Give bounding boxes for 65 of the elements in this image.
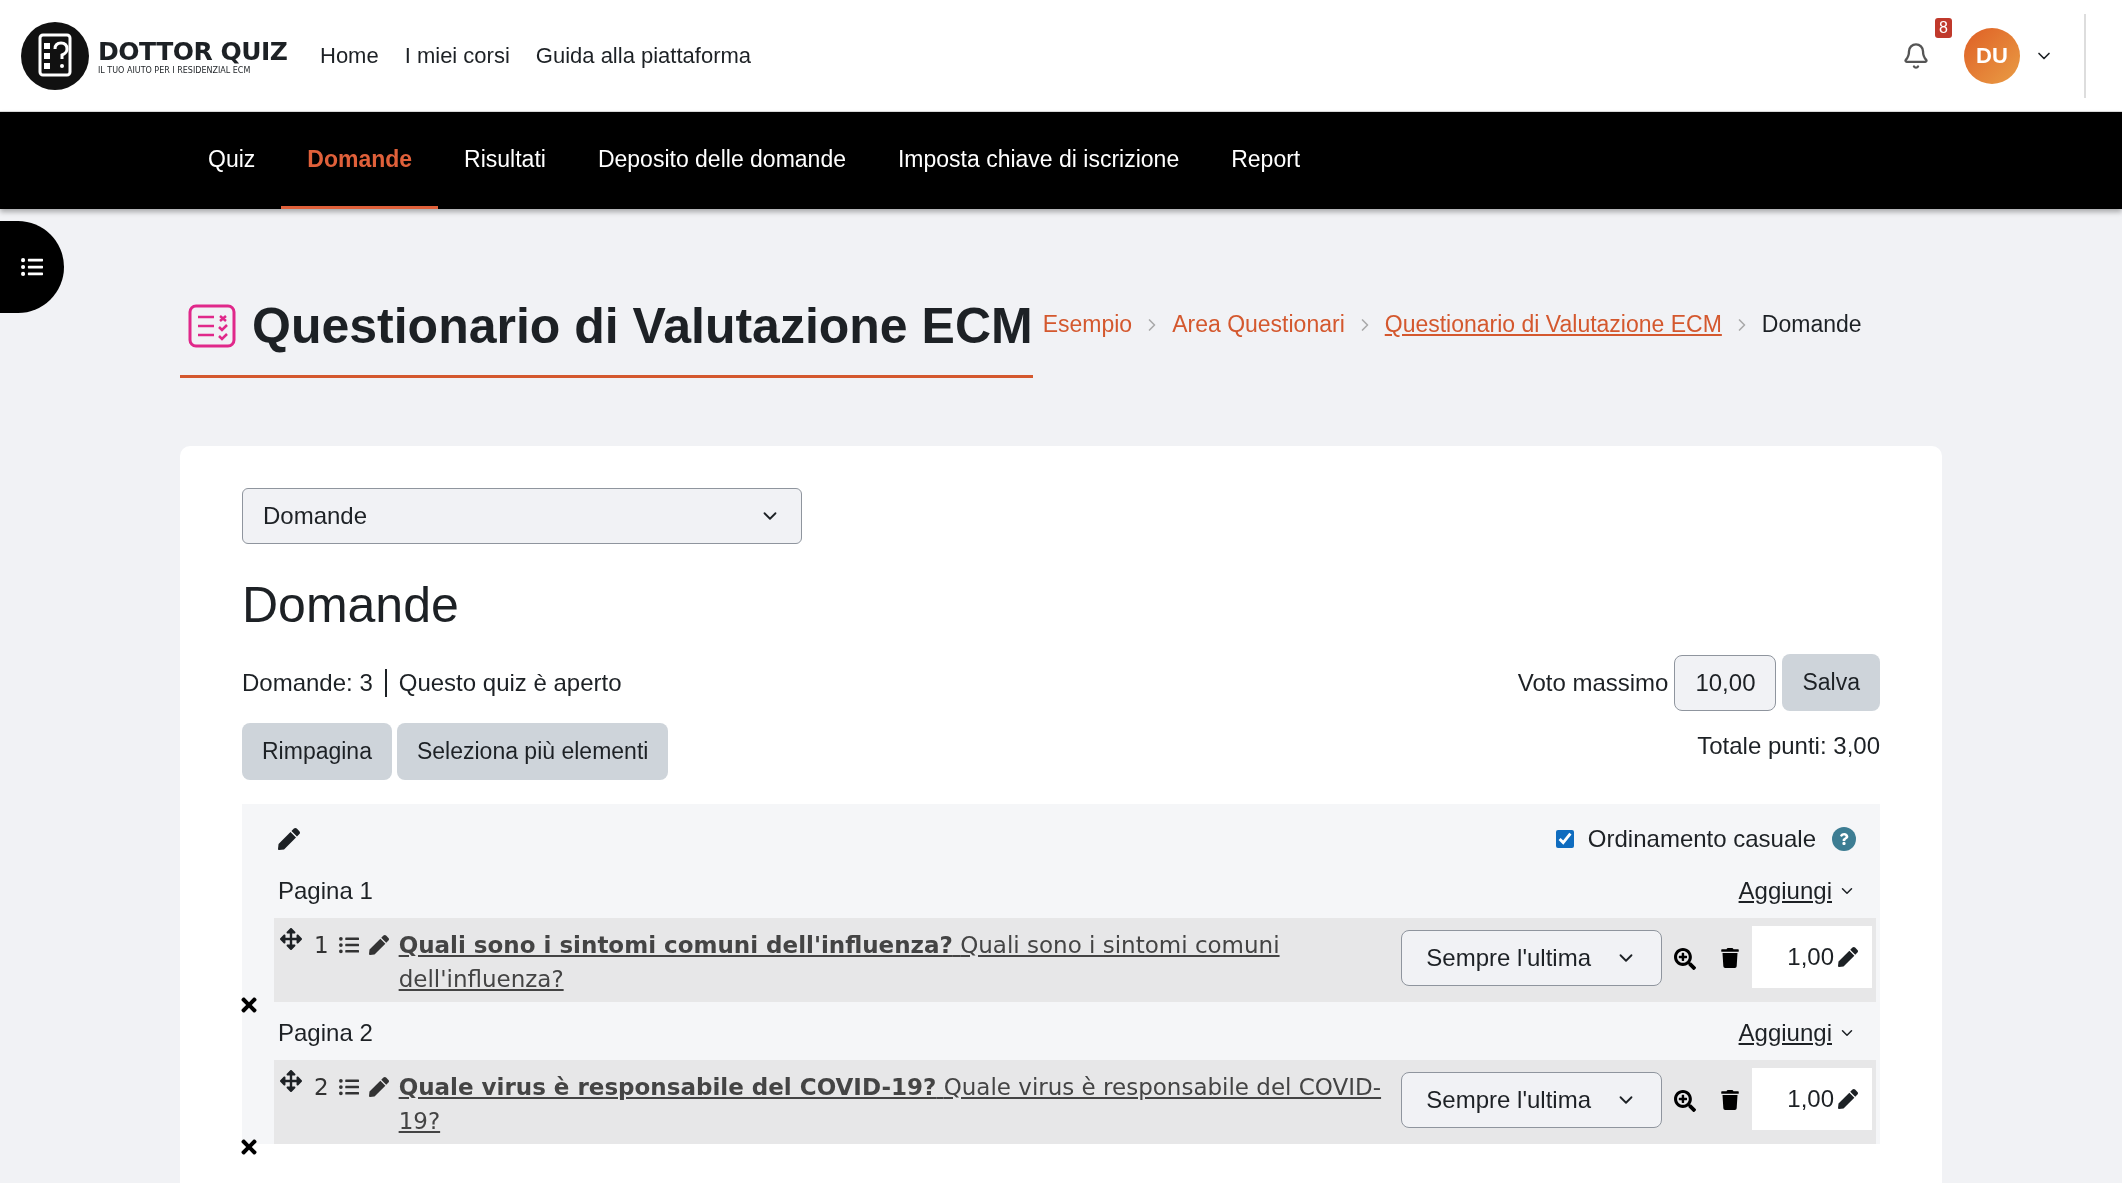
- question-link[interactable]: Quali sono i sintomi comuni dell'influenza? Quali sono i sintomi comuni dell'influenza?: [398, 928, 1392, 996]
- nav-link[interactable]: Home: [320, 42, 379, 69]
- remove-page-break-button[interactable]: [238, 1136, 260, 1158]
- list-icon: [338, 935, 359, 955]
- list-icon: [338, 1077, 359, 1097]
- dependency-select[interactable]: Sempre l'ultima: [1401, 1072, 1662, 1128]
- edit-icon: [1838, 1089, 1858, 1109]
- remove-page-break-button[interactable]: [238, 994, 260, 1016]
- help-icon[interactable]: [1832, 827, 1856, 851]
- nav-link[interactable]: I miei corsi: [404, 42, 510, 69]
- zoom-in-icon: [1674, 948, 1696, 970]
- notification-bell-icon[interactable]: [1902, 41, 1930, 70]
- shuffle-label: Ordinamento casuale: [1587, 825, 1816, 853]
- total-marks: Totale punti: 3,00: [1697, 731, 1880, 760]
- breadcrumb-link[interactable]: Questionario di Valutazione ECM: [1384, 311, 1722, 338]
- edit-icon: [1838, 947, 1858, 967]
- trash-icon: [1720, 948, 1740, 968]
- page-title: Questionario di Valutazione ECM: [252, 297, 1033, 355]
- edit-icon[interactable]: [368, 935, 389, 955]
- page-label: Pagina 2: [278, 1019, 373, 1047]
- question-link[interactable]: Quale virus è responsabile del COVID-19? Quale virus è responsabile del COVID-19?: [398, 1070, 1392, 1138]
- question-number: 2: [314, 1073, 329, 1102]
- add-link[interactable]: Aggiungi: [1738, 1019, 1856, 1047]
- section-heading: Domande: [242, 576, 460, 634]
- question-number: 1: [314, 931, 329, 960]
- edit-icon[interactable]: [278, 828, 300, 850]
- mark-field[interactable]: 1,00: [1752, 926, 1872, 988]
- max-grade-field[interactable]: 10,00: [1674, 654, 1777, 711]
- course-tab[interactable]: Imposta chiave di iscrizione: [871, 112, 1206, 209]
- action-button[interactable]: Rimpagina: [242, 723, 392, 780]
- course-tab[interactable]: Report: [1205, 112, 1327, 209]
- shuffle-checkbox[interactable]: [1555, 830, 1574, 848]
- close-icon: [238, 1136, 260, 1158]
- move-icon[interactable]: [280, 928, 302, 950]
- logo-title: DOTTOR QUIZ: [98, 36, 288, 66]
- question-mark-icon: [1838, 833, 1850, 845]
- dependency-select[interactable]: Sempre l'ultima: [1401, 930, 1662, 986]
- logo-tagline: IL TUO AIUTO PER I RESIDENZIAL ECM: [98, 65, 252, 75]
- logo-icon: [20, 20, 90, 91]
- trash-icon: [1720, 1090, 1740, 1110]
- list-icon: [21, 256, 43, 278]
- course-tab[interactable]: Quiz: [182, 112, 282, 209]
- section-select[interactable]: Domande: [242, 488, 802, 544]
- drawer-toggle-button[interactable]: [0, 221, 64, 313]
- nav-link[interactable]: Guida alla piattaforma: [535, 42, 752, 69]
- course-tab[interactable]: Deposito delle domande: [571, 112, 872, 209]
- course-tab[interactable]: Risultati: [438, 112, 572, 209]
- quiz-status: Questo quiz è aperto: [398, 668, 622, 697]
- breadcrumb-current: Domande: [1761, 311, 1862, 338]
- save-button[interactable]: Salva: [1782, 654, 1880, 711]
- edit-icon[interactable]: [368, 1077, 389, 1097]
- max-grade-label: Voto massimo: [1517, 668, 1669, 697]
- add-link[interactable]: Aggiungi: [1738, 877, 1856, 905]
- page-label: Pagina 1: [278, 877, 373, 905]
- course-tab[interactable]: Domande: [281, 112, 439, 209]
- breadcrumb-link[interactable]: Esempio: [1042, 311, 1133, 338]
- notification-count: 8: [1935, 17, 1952, 38]
- move-icon[interactable]: [280, 1070, 302, 1092]
- breadcrumb-link[interactable]: Area Questionari: [1172, 311, 1345, 338]
- mark-field[interactable]: 1,00: [1752, 1068, 1872, 1130]
- question-count: Domande: 3: [242, 668, 373, 697]
- zoom-in-icon: [1674, 1090, 1696, 1112]
- action-button[interactable]: Seleziona più elementi: [396, 723, 669, 780]
- close-icon: [238, 994, 260, 1016]
- quiz-icon: [188, 304, 236, 348]
